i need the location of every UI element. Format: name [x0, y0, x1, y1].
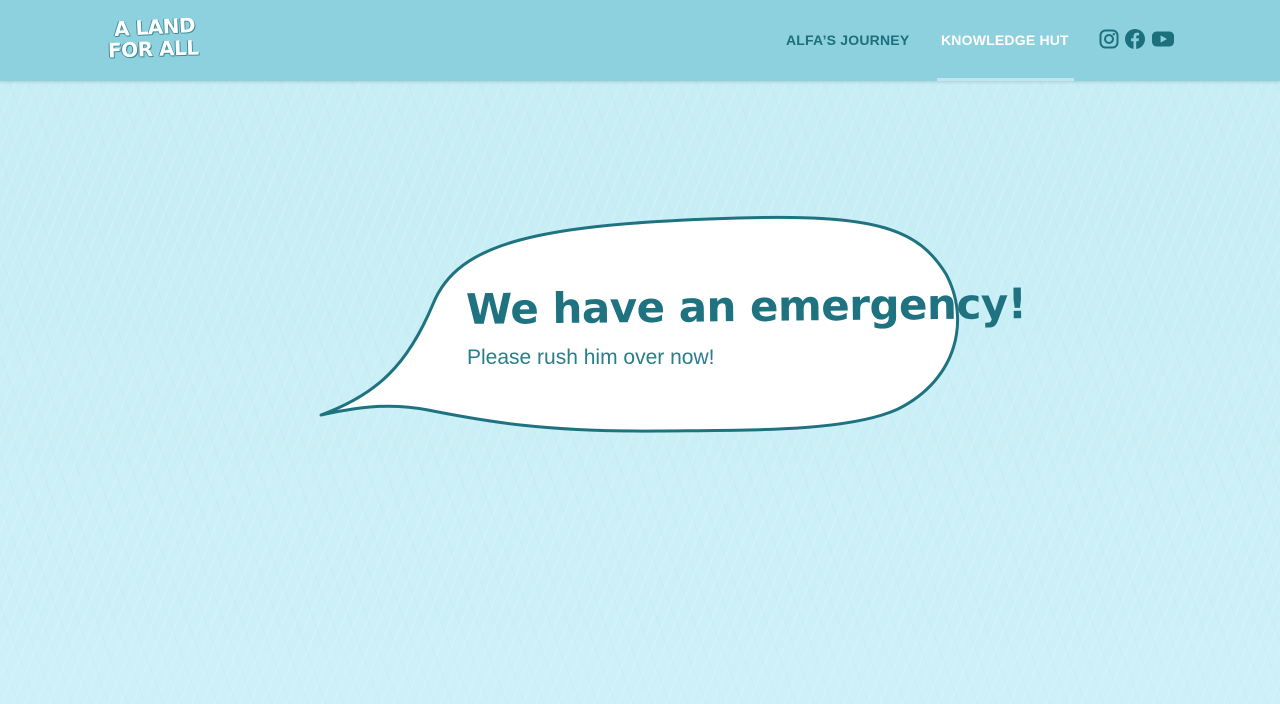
site-logo[interactable]: A LAND FOR ALL	[106, 13, 202, 66]
bubble-subtitle: Please rush him over now!	[467, 346, 715, 369]
nav-knowledge-hut[interactable]: KNOWLEDGE HUT	[941, 32, 1069, 48]
bubble-title: We have an emergency!	[465, 279, 1027, 334]
instagram-icon[interactable]	[1098, 28, 1120, 50]
facebook-icon[interactable]	[1124, 28, 1146, 50]
youtube-icon[interactable]	[1151, 28, 1175, 50]
nav-alfas-journey[interactable]: ALFA’S JOURNEY	[786, 32, 909, 48]
site-header: A LAND FOR ALL ALFA’S JOURNEY KNOWLEDGE …	[0, 0, 1280, 81]
nav-active-indicator	[937, 78, 1074, 81]
logo-line-2: FOR ALL	[107, 35, 199, 63]
